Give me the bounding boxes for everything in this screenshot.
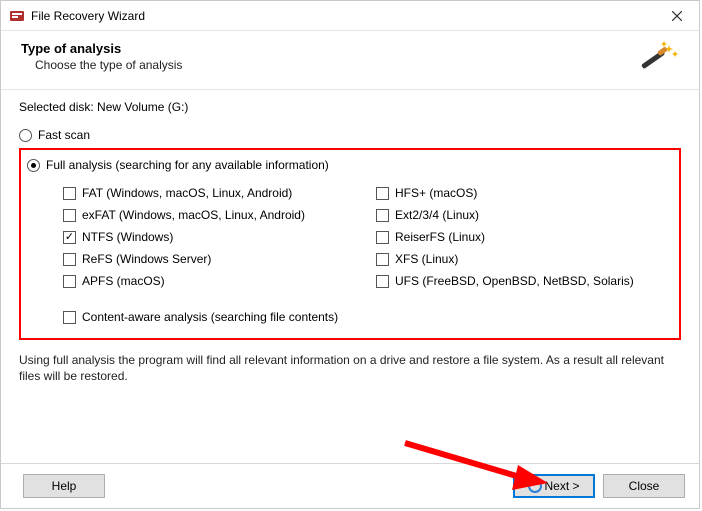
radio-label: Fast scan [38, 128, 90, 142]
radio-full-analysis[interactable]: Full analysis (searching for any availab… [27, 158, 673, 172]
titlebar: File Recovery Wizard [1, 1, 699, 31]
checkbox-label: Ext2/3/4 (Linux) [395, 208, 479, 222]
wizard-window: File Recovery Wizard Type of analysis Ch… [0, 0, 700, 509]
checkbox-label: HFS+ (macOS) [395, 186, 477, 200]
button-label: Help [52, 479, 77, 493]
checkbox-label: APFS (macOS) [82, 274, 165, 288]
checkbox-fat[interactable]: FAT (Windows, macOS, Linux, Android) [63, 186, 356, 200]
header-title: Type of analysis [21, 41, 639, 56]
window-title: File Recovery Wizard [31, 9, 654, 23]
wizard-header: Type of analysis Choose the type of anal… [1, 31, 699, 90]
checkbox-apfs[interactable]: APFS (macOS) [63, 274, 356, 288]
checkbox-hfsplus[interactable]: HFS+ (macOS) [376, 186, 669, 200]
checkbox-exfat[interactable]: exFAT (Windows, macOS, Linux, Android) [63, 208, 356, 222]
radio-label: Full analysis (searching for any availab… [46, 158, 329, 172]
checkbox-content-aware[interactable]: Content-aware analysis (searching file c… [63, 310, 669, 324]
checkbox-ntfs[interactable]: NTFS (Windows) [63, 230, 356, 244]
checkbox-icon [376, 231, 389, 244]
checkbox-label: XFS (Linux) [395, 252, 458, 266]
button-label: Next > [544, 479, 579, 493]
window-close-button[interactable] [654, 1, 699, 31]
checkbox-reiserfs[interactable]: ReiserFS (Linux) [376, 230, 669, 244]
info-text: Using full analysis the program will fin… [19, 352, 681, 384]
checkbox-icon [63, 231, 76, 244]
checkbox-label: FAT (Windows, macOS, Linux, Android) [82, 186, 292, 200]
checkbox-xfs[interactable]: XFS (Linux) [376, 252, 669, 266]
app-icon [9, 8, 25, 24]
checkbox-label: Content-aware analysis (searching file c… [82, 310, 338, 324]
magic-wand-icon [639, 41, 679, 77]
checkbox-icon [376, 275, 389, 288]
checkbox-refs[interactable]: ReFS (Windows Server) [63, 252, 356, 266]
wizard-footer: Help Next > Close [1, 463, 699, 508]
checkbox-icon [63, 275, 76, 288]
help-button[interactable]: Help [23, 474, 105, 498]
wizard-body: Selected disk: New Volume (G:) Fast scan… [1, 90, 699, 463]
checkbox-icon [63, 187, 76, 200]
checkbox-label: ReiserFS (Linux) [395, 230, 485, 244]
selected-disk-label: Selected disk: New Volume (G:) [19, 100, 681, 114]
checkbox-icon [63, 209, 76, 222]
checkbox-ufs[interactable]: UFS (FreeBSD, OpenBSD, NetBSD, Solaris) [376, 274, 669, 288]
checkbox-icon [376, 187, 389, 200]
close-icon [672, 11, 682, 21]
checkbox-label: NTFS (Windows) [82, 230, 173, 244]
checkbox-ext[interactable]: Ext2/3/4 (Linux) [376, 208, 669, 222]
content-aware-row: Content-aware analysis (searching file c… [27, 292, 673, 328]
highlight-box: Full analysis (searching for any availab… [19, 148, 681, 340]
checkbox-icon [376, 209, 389, 222]
checkbox-label: UFS (FreeBSD, OpenBSD, NetBSD, Solaris) [395, 274, 634, 288]
header-text: Type of analysis Choose the type of anal… [21, 41, 639, 72]
checkbox-icon [63, 311, 76, 324]
checkbox-icon [376, 253, 389, 266]
radio-icon [19, 129, 32, 142]
loading-spinner-icon [528, 479, 542, 493]
next-button[interactable]: Next > [513, 474, 595, 498]
header-subtitle: Choose the type of analysis [21, 58, 639, 72]
checkbox-label: ReFS (Windows Server) [82, 252, 211, 266]
checkbox-icon [63, 253, 76, 266]
button-label: Close [629, 479, 660, 493]
filesystem-grid: FAT (Windows, macOS, Linux, Android) HFS… [27, 176, 673, 292]
radio-icon [27, 159, 40, 172]
close-button[interactable]: Close [603, 474, 685, 498]
checkbox-label: exFAT (Windows, macOS, Linux, Android) [82, 208, 305, 222]
radio-fast-scan[interactable]: Fast scan [19, 128, 681, 142]
